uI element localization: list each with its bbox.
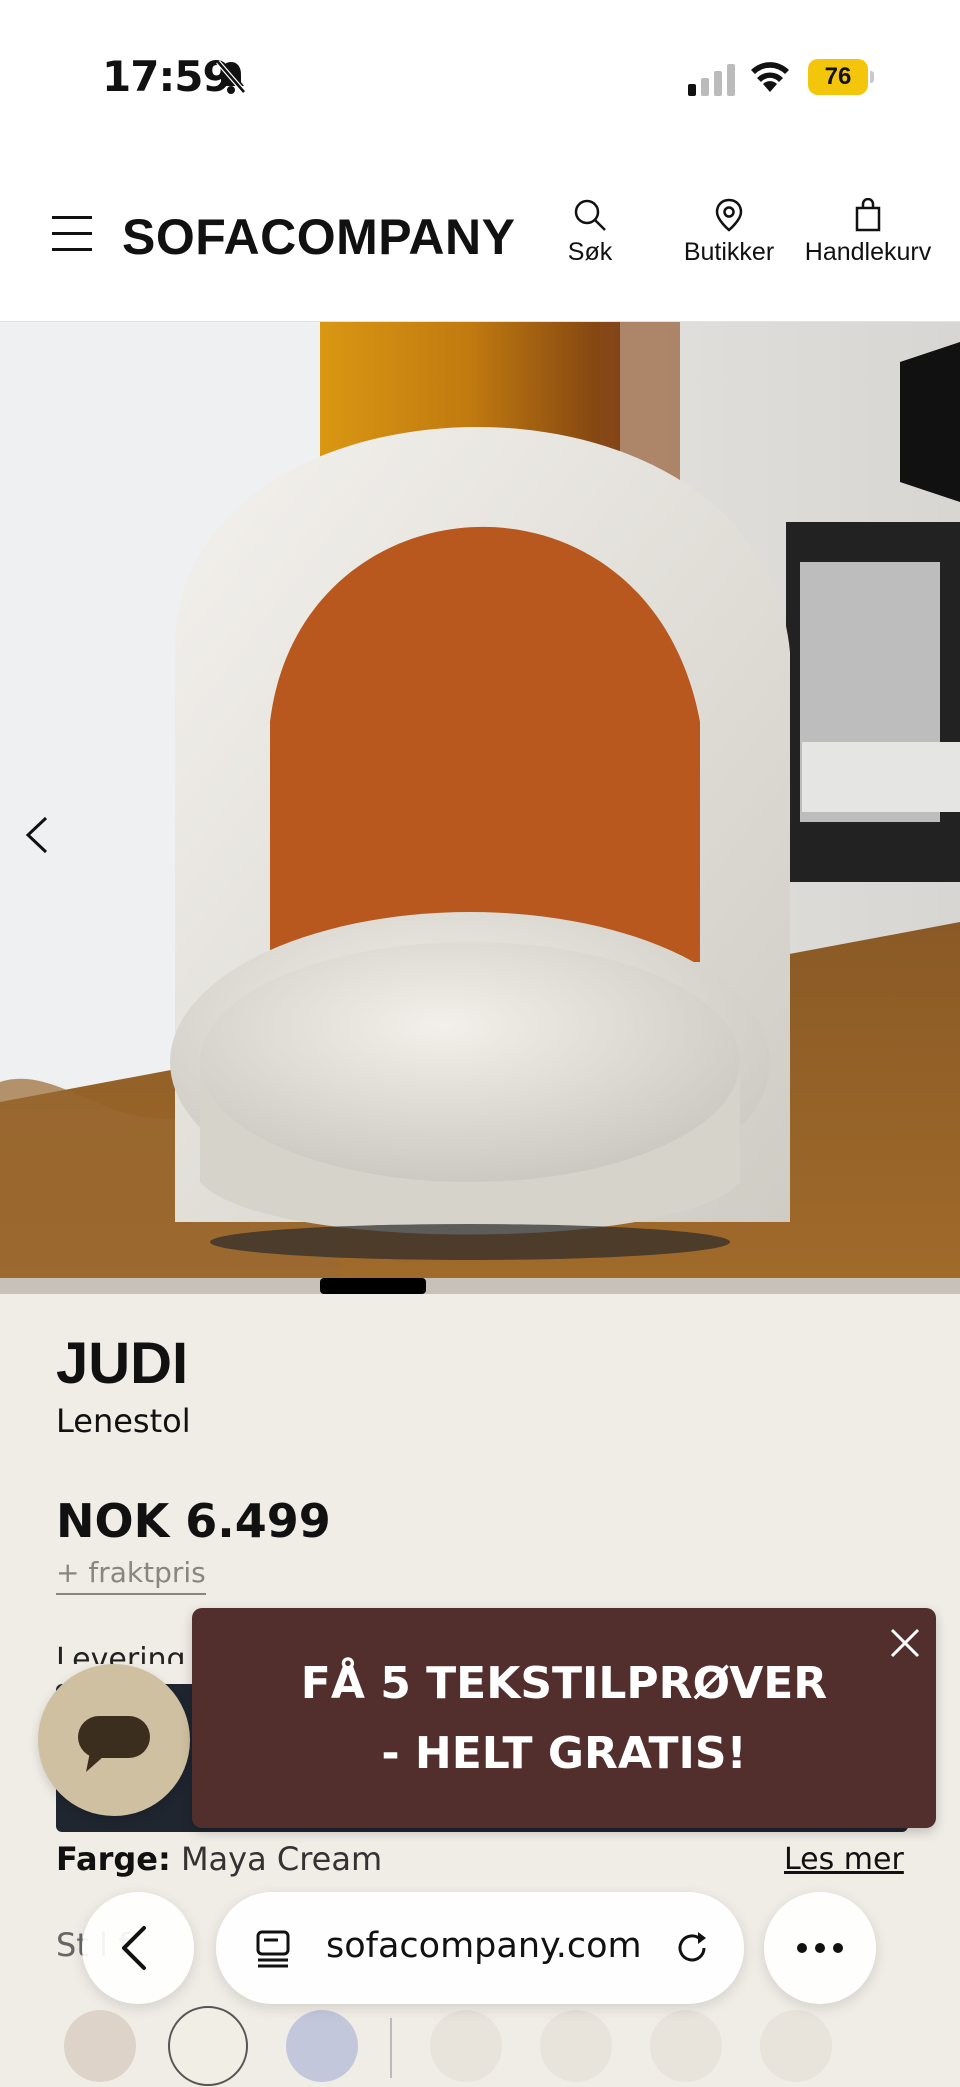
product-type: Lenestol xyxy=(56,1402,191,1440)
page-tabs-icon xyxy=(256,1930,290,1968)
cart-button[interactable]: Handlekurv xyxy=(800,198,936,267)
browser-more-button[interactable] xyxy=(764,1892,876,2004)
url-bar[interactable]: sofacompany.com xyxy=(216,1892,744,2004)
stores-label: Butikker xyxy=(683,238,775,266)
swatch-selected[interactable] xyxy=(168,2006,248,2086)
swatch[interactable] xyxy=(430,2010,502,2082)
menu-icon[interactable] xyxy=(52,212,92,256)
stores-button[interactable]: Butikker xyxy=(676,198,782,267)
search-button[interactable]: Søk xyxy=(560,198,620,267)
reload-icon[interactable] xyxy=(672,1928,712,1968)
browser-back-button[interactable] xyxy=(82,1892,194,2004)
url-text: sofacompany.com xyxy=(326,1926,642,1966)
swatch[interactable] xyxy=(760,2010,832,2082)
color-value: Maya Cream xyxy=(180,1840,383,1878)
search-label: Søk xyxy=(567,238,613,266)
search-icon xyxy=(574,199,606,231)
swatch[interactable] xyxy=(540,2010,612,2082)
product-name: JUDI xyxy=(56,1331,189,1396)
swatch[interactable] xyxy=(650,2010,722,2082)
gallery-progress xyxy=(0,1278,960,1294)
brand-logo[interactable]: SOFACOMPANY xyxy=(122,208,516,266)
signal-icon xyxy=(688,64,735,96)
armchair-photo xyxy=(0,322,960,1278)
shopping-bag-icon xyxy=(855,198,881,232)
swatch[interactable] xyxy=(286,2010,358,2082)
status-time: 17:59 xyxy=(102,52,232,101)
prev-image-icon[interactable] xyxy=(18,810,54,860)
promo-banner[interactable]: FÅ 5 TEKSTILPRØVER - HELT GRATIS! xyxy=(192,1608,936,1828)
product-price: NOK 6.499 xyxy=(56,1494,331,1548)
cart-label: Handlekurv xyxy=(804,238,932,266)
gallery-progress-fill xyxy=(320,1278,426,1294)
delivery-text: Levering xyxy=(56,1642,186,1664)
back-arrow-icon xyxy=(122,1926,146,1970)
site-header: SOFACOMPANY Søk Butikker Handlekurv xyxy=(0,160,960,322)
promo-headline: FÅ 5 TEKSTILPRØVER xyxy=(300,1658,828,1709)
product-image[interactable] xyxy=(0,322,960,1278)
freight-link[interactable]: + fraktpris xyxy=(56,1556,206,1595)
wifi-icon xyxy=(751,62,789,92)
bell-muted-icon xyxy=(216,60,246,94)
battery-tip xyxy=(870,71,874,83)
read-more-link[interactable]: Les mer xyxy=(784,1842,904,1877)
battery-level: 76 xyxy=(808,59,868,95)
color-label: Farge: xyxy=(56,1840,171,1878)
swatch-row xyxy=(0,2006,960,2087)
swatch-divider xyxy=(390,2018,392,2078)
status-bar: 17:59 76 xyxy=(0,0,960,160)
more-dots-icon xyxy=(797,1943,843,1953)
location-pin-icon xyxy=(715,198,743,232)
battery-indicator: 76 xyxy=(808,59,874,95)
chat-icon xyxy=(78,1716,150,1772)
chat-button[interactable] xyxy=(38,1664,190,1816)
swatch[interactable] xyxy=(64,2010,136,2082)
color-row: Farge: Maya Cream xyxy=(56,1840,382,1878)
promo-subline: - HELT GRATIS! xyxy=(381,1728,747,1779)
